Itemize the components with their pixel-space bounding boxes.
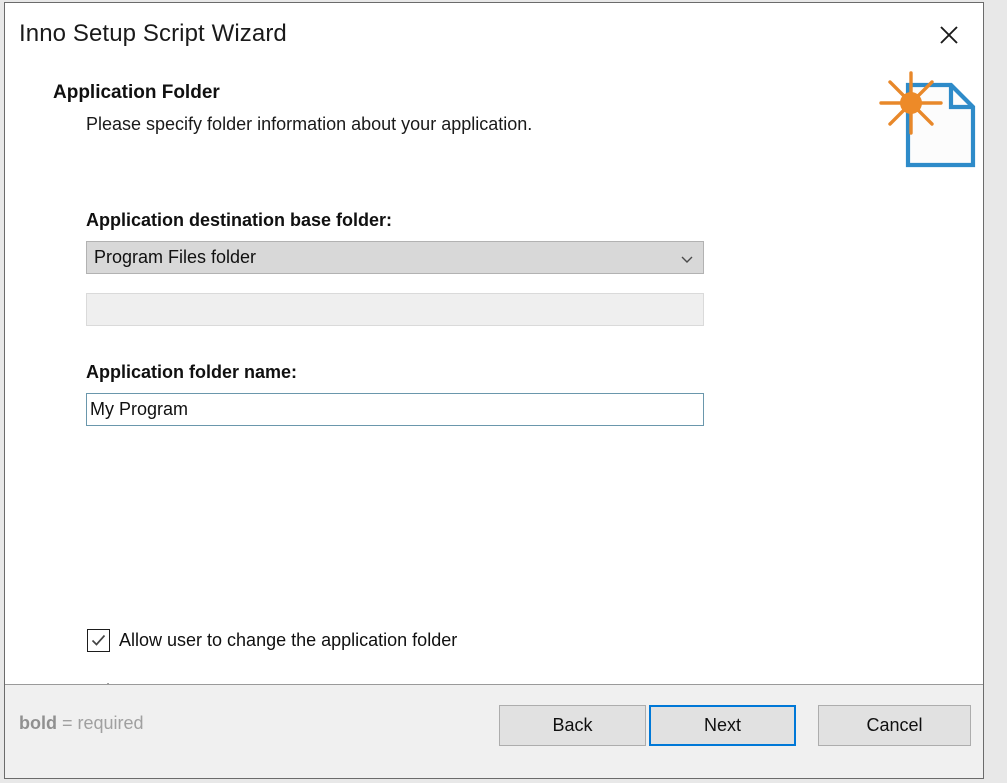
form-area: Application destination base folder: Pro… bbox=[5, 177, 983, 684]
required-legend: bold = required bbox=[19, 713, 144, 734]
page-header: Application Folder Please specify folder… bbox=[5, 65, 983, 177]
cancel-button[interactable]: Cancel bbox=[818, 705, 971, 746]
allow-change-folder-label: Allow user to change the application fol… bbox=[119, 630, 457, 651]
chevron-down-icon bbox=[679, 251, 695, 267]
base-folder-select[interactable]: Program Files folder bbox=[86, 241, 704, 274]
page-title: Application Folder bbox=[53, 82, 220, 104]
folder-name-label: Application folder name: bbox=[86, 362, 297, 383]
checkbox-box bbox=[87, 629, 110, 652]
wizard-window: Inno Setup Script Wizard Application Fol… bbox=[4, 2, 984, 779]
title-bar: Inno Setup Script Wizard bbox=[5, 3, 983, 65]
required-legend-bold: bold bbox=[19, 713, 57, 733]
required-legend-rest: = required bbox=[57, 713, 144, 733]
allow-change-folder-checkbox[interactable]: Allow user to change the application fol… bbox=[87, 629, 457, 652]
new-document-icon bbox=[873, 67, 983, 172]
base-folder-label: Application destination base folder: bbox=[86, 210, 392, 231]
next-button[interactable]: Next bbox=[649, 705, 796, 746]
folder-name-input[interactable] bbox=[87, 394, 650, 425]
page-subtitle: Please specify folder information about … bbox=[86, 114, 532, 135]
back-button[interactable]: Back bbox=[499, 705, 646, 746]
footer-bar: bold = required Back Next Cancel bbox=[5, 684, 983, 778]
close-icon[interactable] bbox=[931, 17, 967, 53]
base-folder-select-value: Program Files folder bbox=[94, 247, 256, 268]
window-title: Inno Setup Script Wizard bbox=[19, 20, 287, 48]
folder-name-field[interactable] bbox=[86, 393, 704, 426]
checkmark-icon bbox=[89, 631, 108, 650]
base-folder-custom-input[interactable] bbox=[86, 293, 704, 326]
